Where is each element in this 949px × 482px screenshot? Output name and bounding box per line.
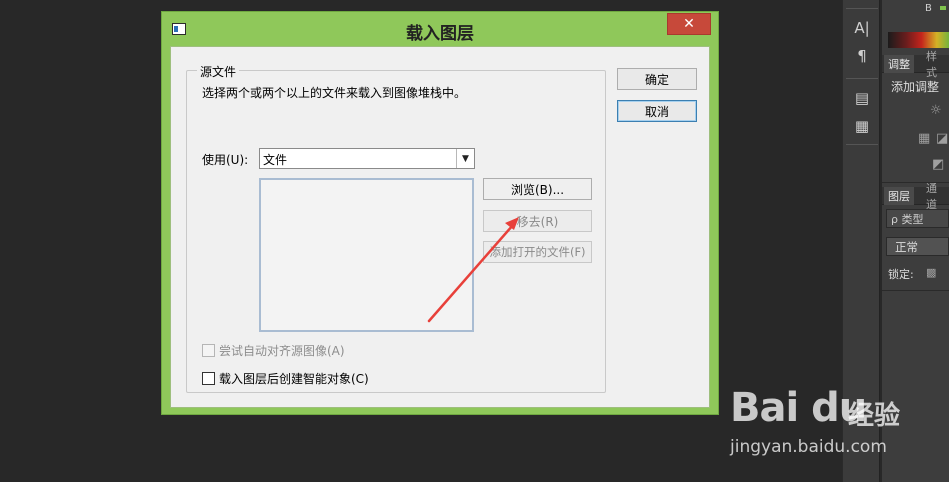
smart-object-label: 载入图层后创建智能对象(C) [219, 372, 369, 386]
tab-styles[interactable]: 样式 [922, 50, 949, 79]
file-listbox[interactable] [259, 178, 474, 332]
source-files-description: 选择两个或两个以上的文件来载入到图像堆栈中。 [202, 86, 467, 100]
close-icon: ✕ [683, 16, 695, 32]
paragraph-icon[interactable]: ¶ [852, 46, 872, 66]
add-adjustment-label: 添加调整 [891, 80, 940, 94]
watermark-cn: 经验 [848, 401, 901, 431]
source-files-group: 源文件 选择两个或两个以上的文件来载入到图像堆栈中。 使用(U): 文件 ▼ 浏… [186, 63, 606, 393]
tab-adjustments[interactable]: 调整 [884, 55, 914, 73]
tool-divider [846, 78, 878, 79]
watermark-logo: Bai du [730, 385, 867, 431]
layers-tabrow: 图层 通道 [882, 182, 949, 211]
tab-layers[interactable]: 图层 [884, 187, 914, 205]
adjustments-tabrow: 调整 样式 [882, 50, 949, 79]
lock-transparent-icon[interactable]: ▩ [926, 266, 936, 279]
use-select[interactable]: 文件 ▼ [259, 148, 475, 169]
ok-button[interactable]: 确定 [617, 68, 697, 90]
auto-align-label: 尝试自动对齐源图像(A) [219, 344, 345, 358]
smart-object-checkbox[interactable] [202, 372, 215, 385]
auto-align-checkbox[interactable] [202, 344, 215, 357]
layer-filter-kind[interactable]: ρ 类型 [886, 209, 949, 228]
dialog-titlebar[interactable]: 载入图层 ✕ [162, 12, 718, 46]
use-label: 使用(U): [202, 153, 249, 167]
chevron-down-icon[interactable]: ▼ [456, 149, 474, 168]
notes-icon[interactable]: ▦ [852, 116, 872, 136]
tool-divider [846, 8, 878, 9]
tab-channels[interactable]: 通道 [922, 182, 949, 211]
character-icon[interactable]: A| [852, 18, 872, 38]
source-files-legend: 源文件 [197, 63, 240, 80]
baidu-watermark: Bai du 经验 jingyan.baidu.com [730, 385, 940, 465]
channel-letter: B [925, 3, 932, 14]
lock-label: 锁定: [888, 268, 914, 281]
use-select-value: 文件 [263, 153, 288, 167]
blend-mode-select[interactable]: 正常 [886, 237, 949, 256]
close-button[interactable]: ✕ [667, 13, 711, 35]
smart-object-option[interactable]: 载入图层后创建智能对象(C) [202, 370, 369, 387]
exposure-icon[interactable]: ◩ [932, 157, 944, 172]
levels-icon[interactable]: ▦ [918, 131, 930, 146]
load-layers-dialog: 载入图层 ✕ 源文件 选择两个或两个以上的文件来载入到图像堆栈中。 使用(U):… [161, 11, 719, 415]
swatch-book-icon[interactable]: ▤ [852, 88, 872, 108]
color-spectrum[interactable] [888, 32, 949, 48]
brightness-icon[interactable]: ☼ [930, 103, 942, 118]
dialog-client-area: 源文件 选择两个或两个以上的文件来载入到图像堆栈中。 使用(U): 文件 ▼ 浏… [170, 46, 710, 408]
curves-icon[interactable]: ◪ [936, 131, 948, 146]
add-open-files-button[interactable]: 添加打开的文件(F) [483, 241, 592, 263]
auto-align-option[interactable]: 尝试自动对齐源图像(A) [202, 342, 345, 359]
dialog-title: 载入图层 [406, 24, 474, 44]
tool-divider [846, 144, 878, 145]
channel-slider-marker[interactable] [940, 6, 946, 10]
browse-button[interactable]: 浏览(B)... [483, 178, 592, 200]
cancel-button[interactable]: 取消 [617, 100, 697, 122]
remove-button[interactable]: 移去(R) [483, 210, 592, 232]
watermark-url: jingyan.baidu.com [730, 437, 887, 457]
panel-divider [882, 290, 949, 291]
